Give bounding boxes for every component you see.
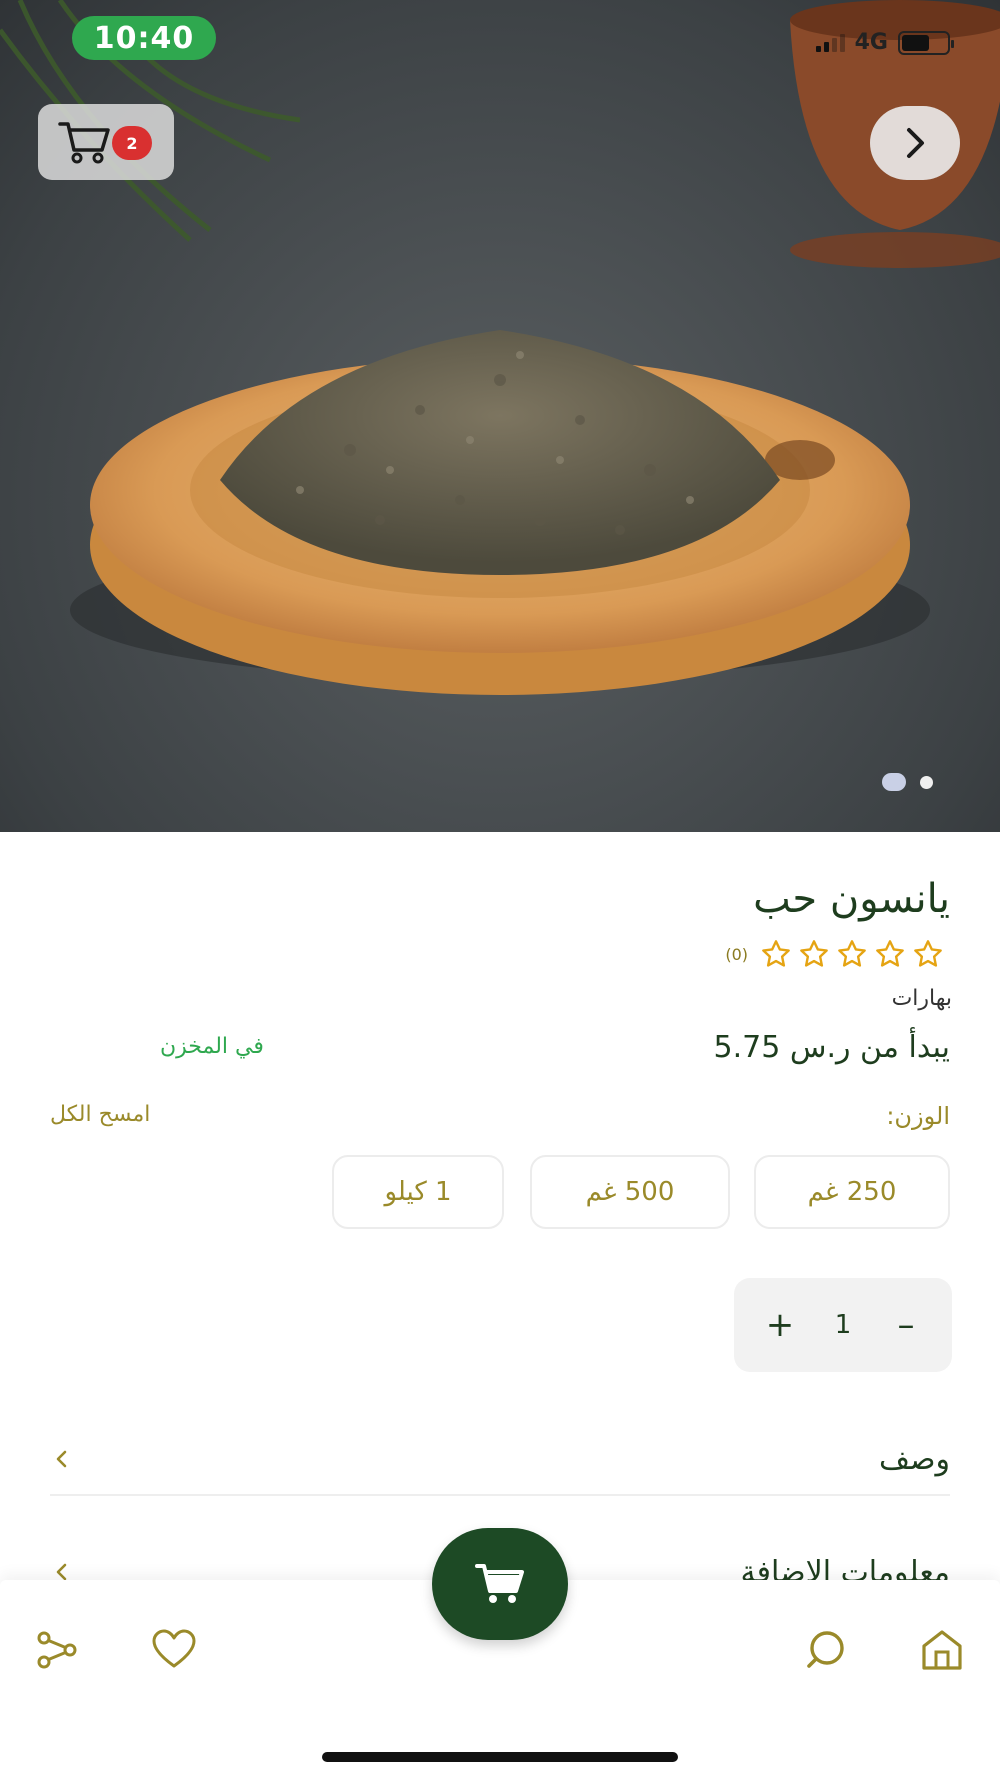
product-image-carousel[interactable]: 10:40 4G 2 [0,0,1000,832]
home-indicator [322,1752,678,1762]
status-indicators: 4G [815,30,954,55]
carousel-dot-active[interactable] [882,773,906,791]
battery-icon [898,30,954,55]
product-price: يبدأ من ر.س 5.75 [713,1030,950,1065]
stock-status: في المخزن [160,1034,264,1059]
weight-option-500g[interactable]: 500 غم [530,1155,730,1229]
status-time: 10:40 [72,16,216,60]
accordion-description[interactable]: وصف [50,1424,950,1496]
rating[interactable]: (0) [725,938,944,970]
signal-icon [815,33,845,52]
add-to-cart-button[interactable] [432,1528,568,1640]
cart-icon [58,122,110,164]
home-icon[interactable] [918,1626,966,1674]
star-outline-icon[interactable] [912,938,944,970]
decrement-button[interactable]: – [886,1305,926,1345]
weight-label: الوزن: [886,1102,950,1130]
carousel-dots[interactable] [882,773,933,791]
chevron-left-icon [56,1450,67,1468]
cart-icon [475,1564,524,1603]
star-outline-icon[interactable] [836,938,868,970]
accordion-description-label: وصف [878,1441,950,1477]
chevron-right-icon [907,128,924,158]
clear-all-button[interactable]: امسح الكل [50,1102,150,1127]
quantity-value: 1 [834,1310,852,1340]
star-outline-icon[interactable] [874,938,906,970]
star-outline-icon[interactable] [760,938,792,970]
carousel-dot[interactable] [920,775,933,789]
star-outline-icon[interactable] [798,938,830,970]
increment-button[interactable]: + [760,1305,800,1345]
share-icon[interactable] [34,1626,82,1674]
next-button[interactable] [870,106,960,180]
product-category: بهارات [891,986,952,1011]
weight-option-250g[interactable]: 250 غم [754,1155,950,1229]
cart-count-badge: 2 [112,126,152,160]
product-title: يانسون حب [753,876,950,922]
network-type: 4G [854,30,888,55]
search-icon[interactable] [802,1626,850,1674]
weight-option-1kg[interactable]: 1 كيلو [332,1155,504,1229]
cart-button[interactable]: 2 [38,104,174,180]
heart-icon[interactable] [150,1626,198,1674]
rating-count: (0) [725,944,748,964]
quantity-stepper: + 1 – [734,1278,952,1372]
